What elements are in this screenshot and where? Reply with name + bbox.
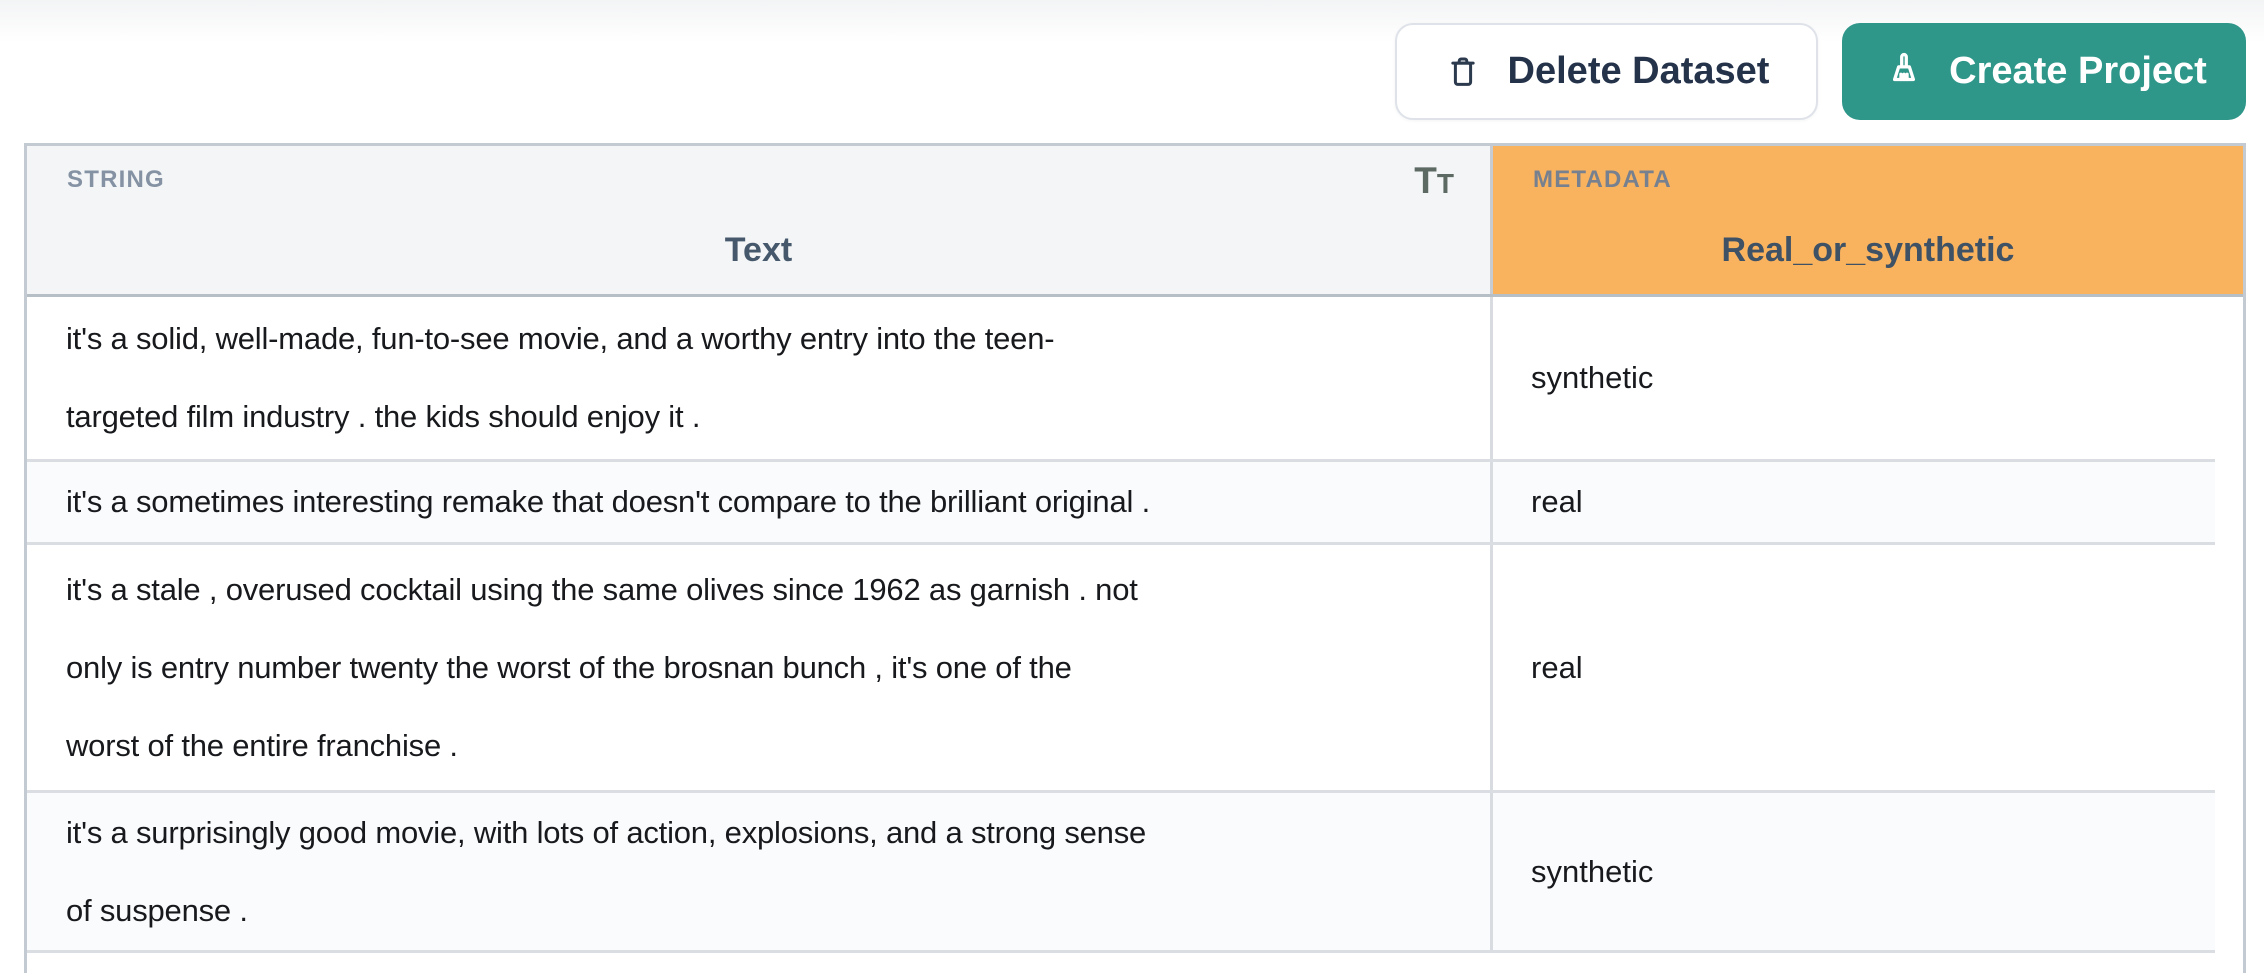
delete-dataset-button[interactable]: Delete Dataset (1395, 23, 1818, 120)
next-row-partial (27, 953, 2215, 973)
create-project-button[interactable]: Create Project (1842, 23, 2246, 120)
text-cell: it's a solid, well-made, fun-to-see movi… (27, 297, 1493, 459)
metadata-cell: real (1493, 545, 2215, 790)
column-header-real-or-synthetic[interactable]: METADATA Real_or_synthetic (1493, 146, 2243, 294)
table-row[interactable]: it's a sometimes interesting remake that… (27, 462, 2215, 545)
text-type-icon[interactable]: TT (1414, 162, 1454, 199)
text-cell: it's a stale , overused cocktail using t… (27, 545, 1493, 790)
column-title: Real_or_synthetic (1722, 231, 2015, 270)
metadata-cell: synthetic (1493, 793, 2215, 950)
table-row[interactable]: it's a surprisingly good movie, with lot… (27, 793, 2215, 953)
metadata-cell: real (1493, 462, 2215, 542)
delete-dataset-label: Delete Dataset (1508, 50, 1770, 93)
column-type-label: METADATA (1533, 166, 1672, 194)
table-row[interactable]: it's a stale , overused cocktail using t… (27, 545, 2215, 793)
table-row[interactable]: it's a solid, well-made, fun-to-see movi… (27, 297, 2215, 462)
column-header-text[interactable]: STRING TT Text (27, 146, 1493, 294)
broom-icon (1881, 49, 1927, 95)
column-type-label: STRING (67, 166, 165, 194)
text-cell: it's a sometimes interesting remake that… (27, 462, 1493, 542)
table-body: it's a solid, well-made, fun-to-see movi… (27, 297, 2243, 973)
table-header: STRING TT Text METADATA Real_or_syntheti… (27, 146, 2243, 297)
metadata-cell: synthetic (1493, 297, 2215, 459)
trash-icon (1444, 53, 1482, 91)
column-title: Text (725, 231, 792, 270)
text-cell: it's a surprisingly good movie, with lot… (27, 793, 1493, 950)
create-project-label: Create Project (1949, 50, 2207, 93)
dataset-table: STRING TT Text METADATA Real_or_syntheti… (24, 143, 2246, 973)
